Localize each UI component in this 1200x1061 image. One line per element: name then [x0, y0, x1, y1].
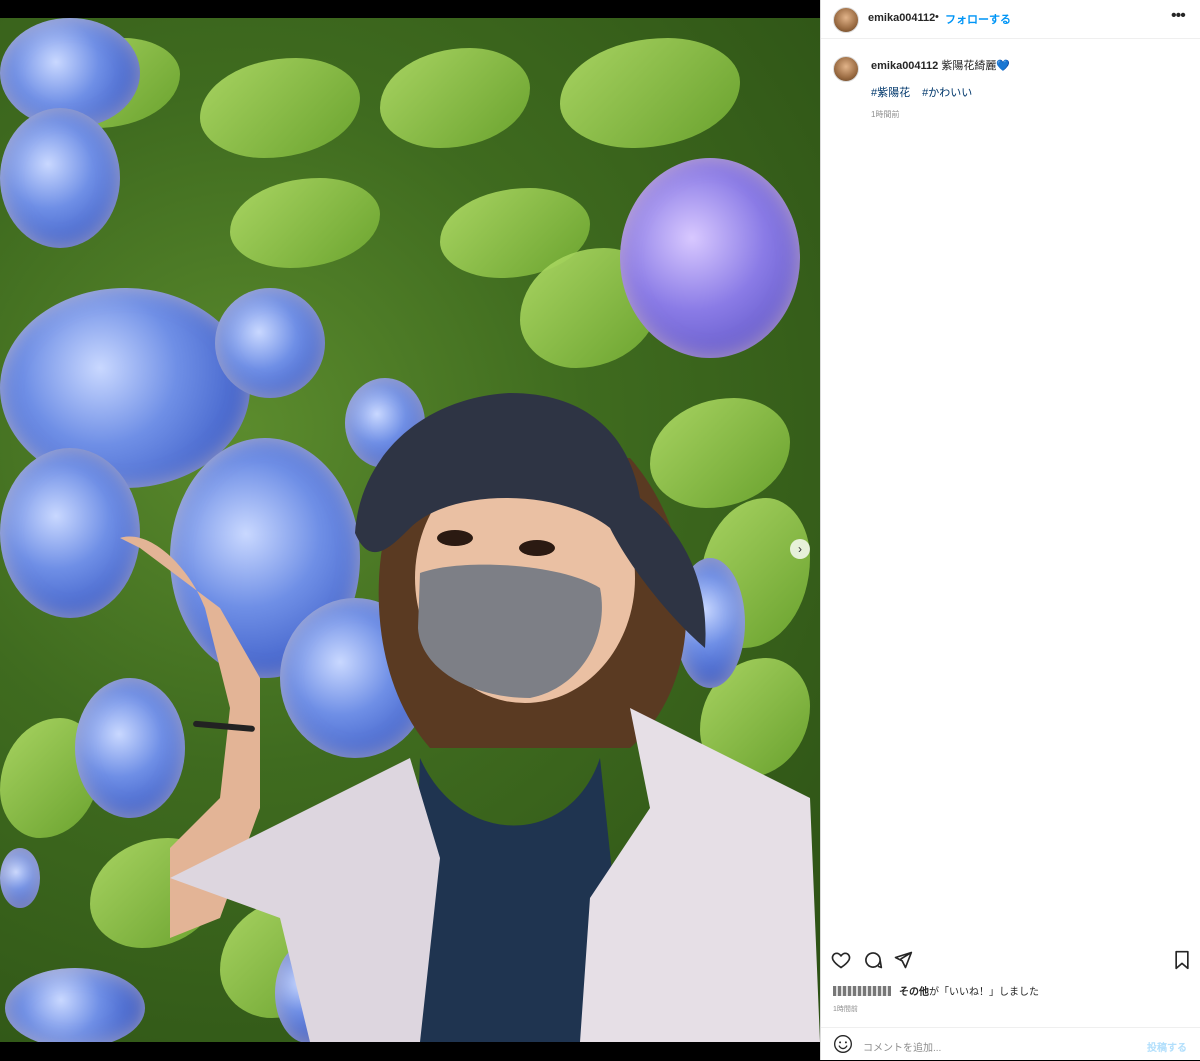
bottom-black-bar	[0, 1042, 820, 1060]
caption-username[interactable]: emika004112	[871, 60, 938, 72]
hashtag-link[interactable]: #かわいい	[922, 84, 972, 100]
person-illustration	[120, 393, 820, 1042]
caption-text: 紫陽花綺麗	[941, 60, 997, 72]
follow-button[interactable]: フォローする	[945, 11, 1011, 27]
more-options-icon[interactable]: •••	[1171, 7, 1186, 25]
hashtag-list: #紫陽花 #かわいい	[871, 84, 972, 100]
comment-input[interactable]: コメントを追加...	[863, 1039, 941, 1054]
hydrangea	[0, 108, 120, 248]
avatar[interactable]	[833, 7, 859, 33]
likes-text: が「いいね！」しました	[929, 987, 1039, 998]
caption: emika004112 紫陽花綺麗💙	[871, 57, 1010, 73]
comment-icon[interactable]	[863, 950, 883, 970]
next-slide-button[interactable]: ›	[790, 539, 810, 559]
hydrangea	[620, 158, 800, 358]
separator-dot: •	[935, 11, 939, 23]
post-header: emika004112 • フォローする •••	[821, 0, 1200, 39]
post-timestamp: 1時間前	[833, 1006, 858, 1013]
emoji-icon[interactable]	[833, 1034, 853, 1054]
heart-icon[interactable]	[831, 950, 851, 970]
caption-timestamp: 1時間前	[871, 110, 900, 119]
blurred-usernames	[833, 985, 891, 996]
share-icon[interactable]	[893, 950, 913, 970]
hydrangea	[0, 848, 40, 908]
leaf	[200, 58, 360, 158]
likes-others[interactable]: その他	[899, 983, 929, 998]
bookmark-icon[interactable]	[1173, 950, 1191, 970]
action-bar	[821, 945, 1200, 977]
likes-summary[interactable]: その他 が「いいね！」しました	[833, 983, 1039, 998]
chevron-right-icon: ›	[798, 542, 802, 556]
blue-heart-emoji: 💙	[996, 60, 1011, 72]
leaf	[560, 38, 740, 148]
hashtag-link[interactable]: #紫陽花	[871, 84, 910, 100]
comment-bar: コメントを追加... 投稿する	[821, 1027, 1200, 1061]
leaf	[380, 48, 530, 148]
post-side-panel: emika004112 • フォローする ••• emika004112 紫陽花…	[820, 0, 1200, 1060]
instagram-post-view: › emika004112 • フォローする ••• emika004112 紫…	[0, 0, 1200, 1060]
post-photo[interactable]: ›	[0, 18, 820, 1042]
caption-avatar[interactable]	[833, 56, 859, 82]
leaf	[230, 178, 380, 268]
post-comment-button[interactable]: 投稿する	[1147, 1039, 1187, 1054]
username-link[interactable]: emika004112	[868, 12, 935, 24]
top-black-bar	[0, 0, 820, 18]
